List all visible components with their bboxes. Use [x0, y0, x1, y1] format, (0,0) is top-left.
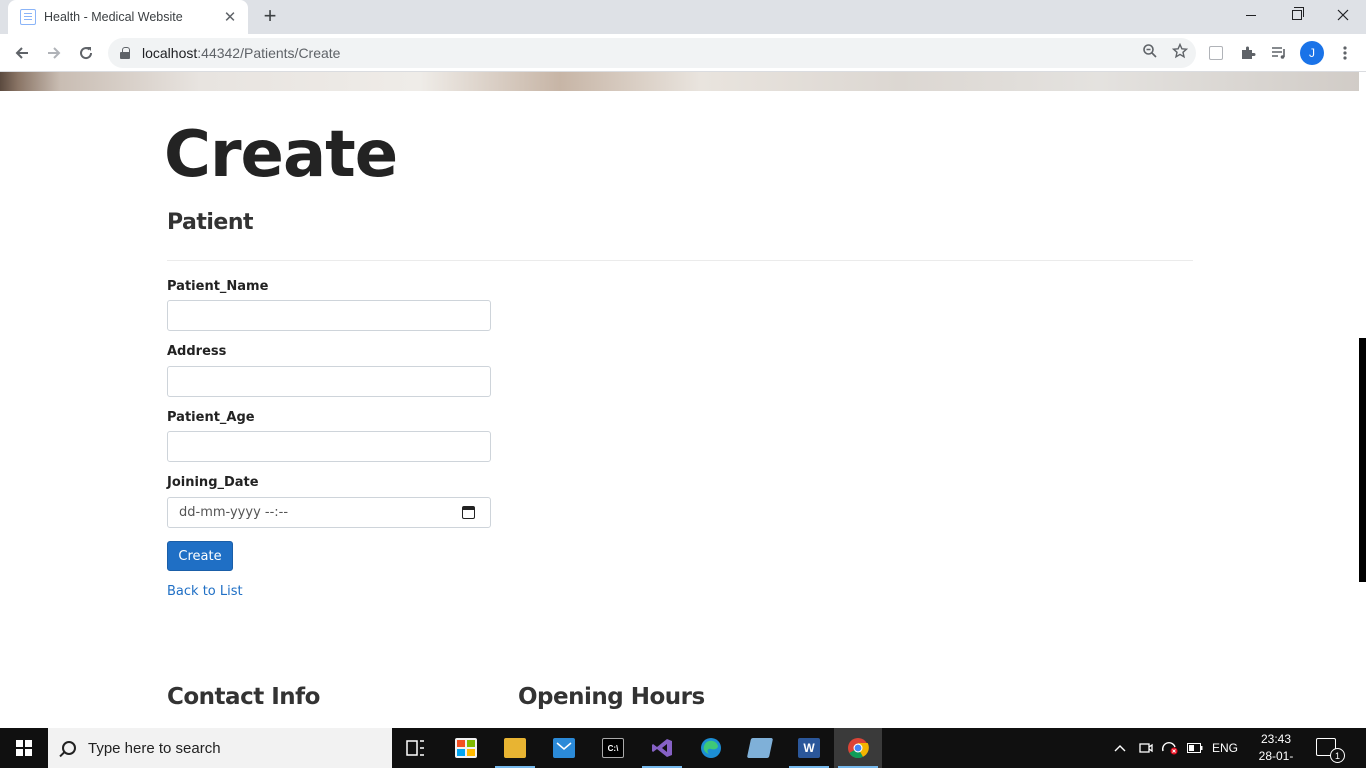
window-minimize-button[interactable]: [1228, 0, 1274, 30]
patient-name-input[interactable]: [167, 300, 491, 331]
folder-icon: [504, 738, 526, 758]
word-icon: W: [798, 738, 820, 758]
address-input[interactable]: [167, 366, 491, 397]
playlist-icon: [1272, 47, 1285, 59]
date-placeholder: dd-mm-yyyy --:--: [179, 505, 289, 520]
taskbar-store[interactable]: [442, 728, 490, 768]
tray-network[interactable]: [1161, 728, 1179, 768]
lock-icon[interactable]: [120, 47, 130, 59]
tray-meet-now[interactable]: [1139, 728, 1153, 768]
joining-date-label: Joining_Date: [167, 475, 259, 490]
search-placeholder: Type here to search: [88, 739, 221, 757]
taskbar-mail[interactable]: [540, 728, 588, 768]
form-subtitle: Patient: [167, 210, 254, 235]
star-bookmark-icon[interactable]: [1172, 43, 1188, 59]
taskbar-file-explorer[interactable]: [491, 728, 539, 768]
hero-image-strip: [0, 72, 1359, 91]
divider: [167, 260, 1193, 261]
more-vert-icon: [1343, 46, 1347, 60]
omnibox-actions: [1142, 43, 1188, 59]
windows-logo-icon: [16, 740, 32, 756]
address-bar[interactable]: localhost:44342/Patients/Create: [108, 38, 1196, 68]
extensions-puzzle-button[interactable]: [1235, 40, 1261, 66]
page-favicon-icon: [20, 9, 36, 25]
terminal-icon: C:\: [602, 738, 624, 758]
browser-tab-strip: Health - Medical Website ✕ +: [0, 0, 1366, 34]
task-view-button[interactable]: [392, 728, 440, 768]
clock-time: 23:43: [1260, 732, 1292, 746]
clock-date: 28-01-2021: [1258, 749, 1294, 780]
taskbar-search-box[interactable]: Type here to search: [48, 728, 392, 768]
tray-clock[interactable]: 23:43 28-01-2021: [1246, 731, 1306, 782]
page-title: Create: [164, 118, 398, 192]
url-path: :44342/Patients/Create: [197, 45, 341, 61]
store-icon: [455, 738, 477, 758]
chevron-up-icon: [1114, 745, 1126, 752]
battery-icon: [1187, 743, 1203, 753]
profile-avatar[interactable]: J: [1300, 41, 1324, 65]
extension-box-icon: [1209, 46, 1223, 60]
arrow-right-icon: [48, 47, 61, 59]
patient-name-label: Patient_Name: [167, 279, 269, 294]
tray-battery[interactable]: [1187, 728, 1203, 768]
create-button[interactable]: Create: [167, 541, 233, 571]
arrow-left-icon: [15, 47, 28, 59]
visual-studio-icon: [652, 739, 672, 757]
window-close-button[interactable]: [1320, 0, 1366, 30]
patient-age-input[interactable]: [167, 431, 491, 462]
puzzle-icon: [1242, 46, 1256, 59]
camera-icon: [1139, 743, 1153, 753]
taskbar-chrome[interactable]: [834, 728, 882, 768]
media-queue-button[interactable]: [1266, 40, 1292, 66]
close-icon: [1337, 9, 1349, 21]
zoom-icon[interactable]: [1142, 43, 1158, 59]
task-view-icon: [406, 740, 424, 756]
calendar-icon[interactable]: [462, 506, 475, 519]
address-label: Address: [167, 344, 227, 359]
extension-icon[interactable]: [1203, 40, 1229, 66]
reload-button[interactable]: [72, 39, 100, 67]
tray-show-hidden[interactable]: [1114, 728, 1126, 768]
forward-button[interactable]: [40, 39, 68, 67]
reload-icon: [80, 47, 93, 60]
search-icon: [62, 741, 76, 755]
taskbar-visual-studio[interactable]: [638, 728, 686, 768]
restore-icon: [1292, 7, 1304, 20]
notification-count-badge: 1: [1330, 748, 1345, 763]
tab-close-icon[interactable]: ✕: [222, 9, 238, 25]
browser-toolbar: localhost:44342/Patients/Create J: [0, 34, 1366, 72]
url-host: localhost: [142, 45, 198, 61]
back-button[interactable]: [8, 39, 36, 67]
start-button[interactable]: [0, 728, 48, 768]
tray-language[interactable]: ENG: [1212, 728, 1238, 768]
window-restore-button[interactable]: [1274, 0, 1320, 30]
taskbar-word[interactable]: W: [785, 728, 833, 768]
contact-info-heading: Contact Info: [167, 684, 320, 710]
windows-taskbar: Type here to search C:\ W ENG 23:43 28-0…: [0, 728, 1366, 780]
new-tab-button[interactable]: +: [258, 5, 282, 28]
mail-icon: [553, 738, 575, 758]
chrome-icon: [848, 738, 869, 759]
notes-app-icon: [746, 738, 774, 758]
joining-date-input[interactable]: dd-mm-yyyy --:--: [167, 497, 491, 528]
back-to-list-link[interactable]: Back to List: [167, 584, 243, 599]
taskbar-notes[interactable]: [736, 728, 784, 768]
taskbar-edge[interactable]: [687, 728, 735, 768]
tab-title: Health - Medical Website: [44, 10, 183, 24]
browser-menu-button[interactable]: [1332, 40, 1358, 66]
edge-icon: [701, 738, 721, 758]
page-viewport: Create Patient Patient_Name Address Pati…: [0, 72, 1366, 728]
patient-age-label: Patient_Age: [167, 410, 255, 425]
network-error-icon: [1161, 741, 1178, 755]
url-text[interactable]: localhost:44342/Patients/Create: [142, 45, 340, 61]
opening-hours-heading: Opening Hours: [518, 684, 705, 710]
browser-tab-active[interactable]: Health - Medical Website ✕: [8, 0, 248, 34]
scrollbar-thumb[interactable]: [1359, 338, 1366, 582]
taskbar-terminal[interactable]: C:\: [589, 728, 637, 768]
